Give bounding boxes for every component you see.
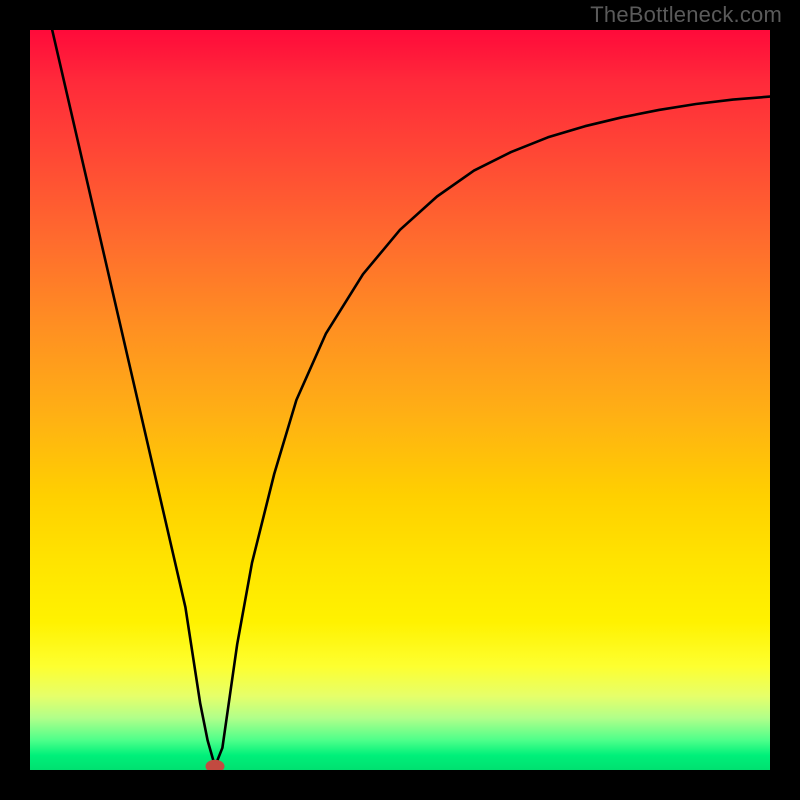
watermark-text: TheBottleneck.com bbox=[590, 2, 782, 28]
chart-frame: TheBottleneck.com bbox=[0, 0, 800, 800]
plot-area bbox=[30, 30, 770, 770]
minimum-marker bbox=[206, 760, 224, 770]
bottleneck-curve bbox=[52, 30, 770, 766]
curve-svg bbox=[30, 30, 770, 770]
